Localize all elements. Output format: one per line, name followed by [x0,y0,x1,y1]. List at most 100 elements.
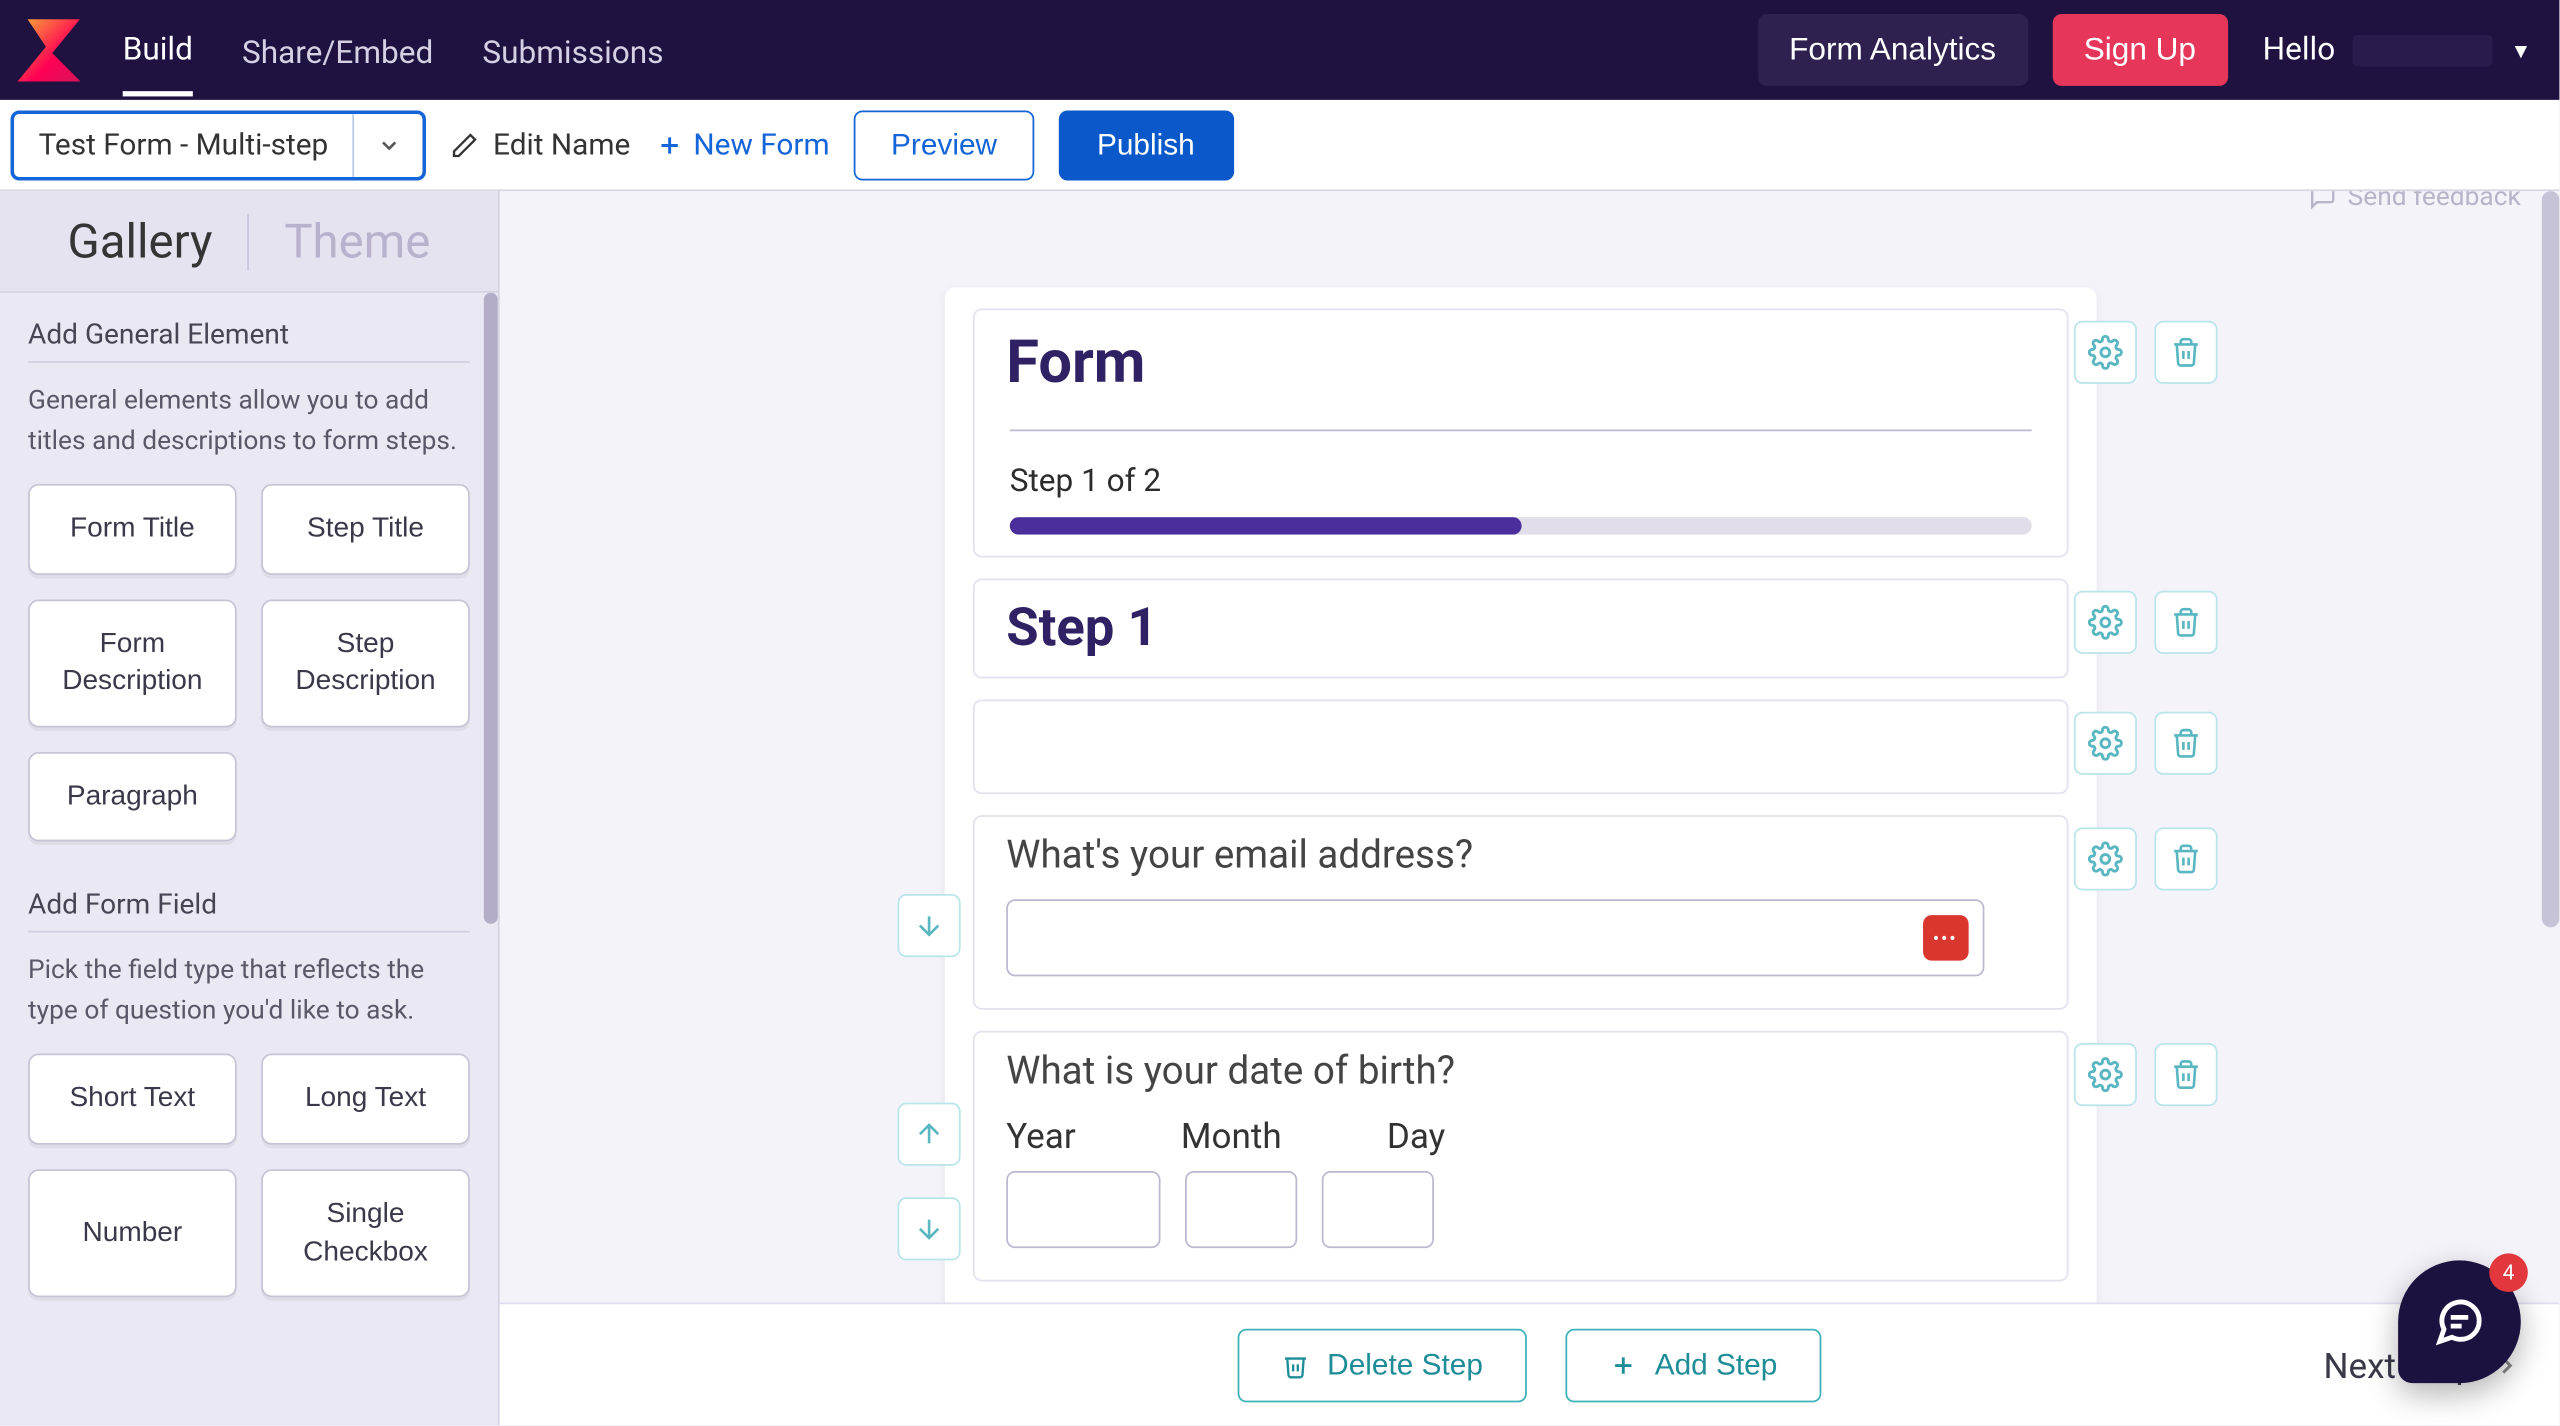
arrow-up-icon [913,1118,945,1150]
chat-icon [2309,191,2337,210]
dob-day-label: Day [1387,1115,1445,1157]
edit-name-button[interactable]: Edit Name [451,127,630,162]
dob-month-input[interactable] [1185,1171,1297,1248]
add-step-label: Add Step [1655,1347,1778,1382]
form-title-text: Form [1006,328,2035,398]
nav-tab-submissions[interactable]: Submissions [482,6,663,94]
empty-element-block[interactable] [973,699,2069,794]
add-step-button[interactable]: Add Step [1565,1328,1821,1402]
delete-button[interactable] [2154,827,2217,890]
top-nav: Build Share/Embed Submissions Form Analy… [0,0,2559,100]
trash-icon [2170,843,2202,875]
nav-tab-share[interactable]: Share/Embed [242,6,433,94]
trash-icon [2170,337,2202,369]
delete-button[interactable] [2154,321,2217,384]
form-selector[interactable]: Test Form - Multi-step [11,110,427,180]
chat-icon [2433,1295,2486,1348]
form-preview-card: Form Step 1 of 2 Step 1 [945,287,2097,1320]
dob-year-label: Year [1006,1115,1075,1157]
trash-icon [1282,1351,1310,1379]
gear-icon [2088,726,2123,761]
send-feedback-label: Send feedback [2348,191,2521,212]
delete-button[interactable] [2154,1043,2217,1106]
edit-name-label: Edit Name [493,127,630,162]
progress-fill [1010,517,1521,535]
general-elements-heading: Add General Element [28,317,470,350]
dob-field-block[interactable]: What is your date of birth? Year Month D… [973,1031,2069,1282]
arrow-down-icon [913,1213,945,1245]
field-single-checkbox[interactable]: Single Checkbox [261,1169,470,1297]
sidebar-tab-gallery[interactable]: Gallery [32,213,247,269]
form-selector-label: Test Form - Multi-step [14,127,353,162]
move-down-button[interactable] [898,1197,961,1260]
delete-step-button[interactable]: Delete Step [1238,1328,1527,1402]
settings-button[interactable] [2074,321,2137,384]
app-logo[interactable] [18,18,81,81]
chevron-down-icon: ▼ [2510,38,2531,63]
sign-up-button[interactable]: Sign Up [2052,14,2227,86]
dob-month-label: Month [1181,1115,1282,1157]
settings-button[interactable] [2074,827,2137,890]
settings-button[interactable] [2074,712,2137,775]
chat-badge: 4 [2489,1253,2528,1292]
delete-step-label: Delete Step [1327,1347,1483,1382]
gear-icon [2088,841,2123,876]
field-number[interactable]: Number [28,1169,237,1297]
move-down-button[interactable] [898,894,961,957]
trash-icon [2170,607,2202,639]
sidebar-tab-theme[interactable]: Theme [249,213,465,269]
dob-year-input[interactable] [1006,1171,1160,1248]
settings-button[interactable] [2074,1043,2137,1106]
general-elements-desc: General elements allow you to add titles… [28,380,470,459]
element-paragraph[interactable]: Paragraph [28,752,237,842]
chevron-down-icon[interactable] [353,113,423,176]
arrow-down-icon [913,910,945,942]
move-up-button[interactable] [898,1103,961,1166]
element-step-title[interactable]: Step Title [261,484,470,574]
pencil-icon [451,131,479,159]
element-form-title[interactable]: Form Title [28,484,237,574]
preview-button[interactable]: Preview [854,110,1034,180]
hello-label: Hello [2263,32,2336,69]
form-title-block[interactable]: Form Step 1 of 2 [973,309,2069,558]
gear-icon [2088,335,2123,370]
new-form-button[interactable]: New Form [655,127,830,162]
send-feedback-link[interactable]: Send feedback [2309,191,2521,212]
plus-icon [655,131,683,159]
step-title-text: Step 1 [1006,598,2035,659]
autofill-badge-icon[interactable]: ••• [1922,915,1968,961]
delete-button[interactable] [2154,591,2217,654]
element-form-description[interactable]: Form Description [28,599,237,727]
builder-toolbar: Test Form - Multi-step Edit Name New For… [0,100,2559,191]
step-toolbar: Delete Step Add Step Next Step [500,1302,2560,1425]
user-name-placeholder [2353,34,2493,66]
field-short-text[interactable]: Short Text [28,1054,237,1144]
step-title-block[interactable]: Step 1 [973,578,2069,678]
nav-tab-build[interactable]: Build [123,4,193,97]
element-gallery-sidebar: Gallery Theme Add General Element Genera… [0,191,500,1425]
email-input[interactable]: ••• [1006,899,1984,976]
user-menu[interactable]: Hello ▼ [2263,32,2532,69]
dob-question-label: What is your date of birth? [1006,1050,2035,1094]
email-question-label: What's your email address? [1006,834,2035,878]
form-fields-desc: Pick the field type that reflects the ty… [28,951,470,1030]
gear-icon [2088,605,2123,640]
canvas-scrollbar[interactable] [2542,191,2560,927]
field-long-text[interactable]: Long Text [261,1054,470,1144]
form-fields-heading: Add Form Field [28,888,470,921]
form-analytics-button[interactable]: Form Analytics [1758,14,2028,86]
sidebar-scrollbar[interactable] [484,293,498,924]
plus-icon [1609,1351,1637,1379]
trash-icon [2170,727,2202,759]
publish-button[interactable]: Publish [1058,110,1233,180]
element-step-description[interactable]: Step Description [261,599,470,727]
trash-icon [2170,1059,2202,1091]
delete-button[interactable] [2154,712,2217,775]
dob-day-input[interactable] [1322,1171,1434,1248]
gear-icon [2088,1057,2123,1092]
chat-widget-button[interactable]: 4 [2398,1260,2521,1383]
email-field-block[interactable]: What's your email address? ••• [973,815,2069,1010]
progress-bar [1010,517,2032,535]
new-form-label: New Form [693,127,829,162]
settings-button[interactable] [2074,591,2137,654]
